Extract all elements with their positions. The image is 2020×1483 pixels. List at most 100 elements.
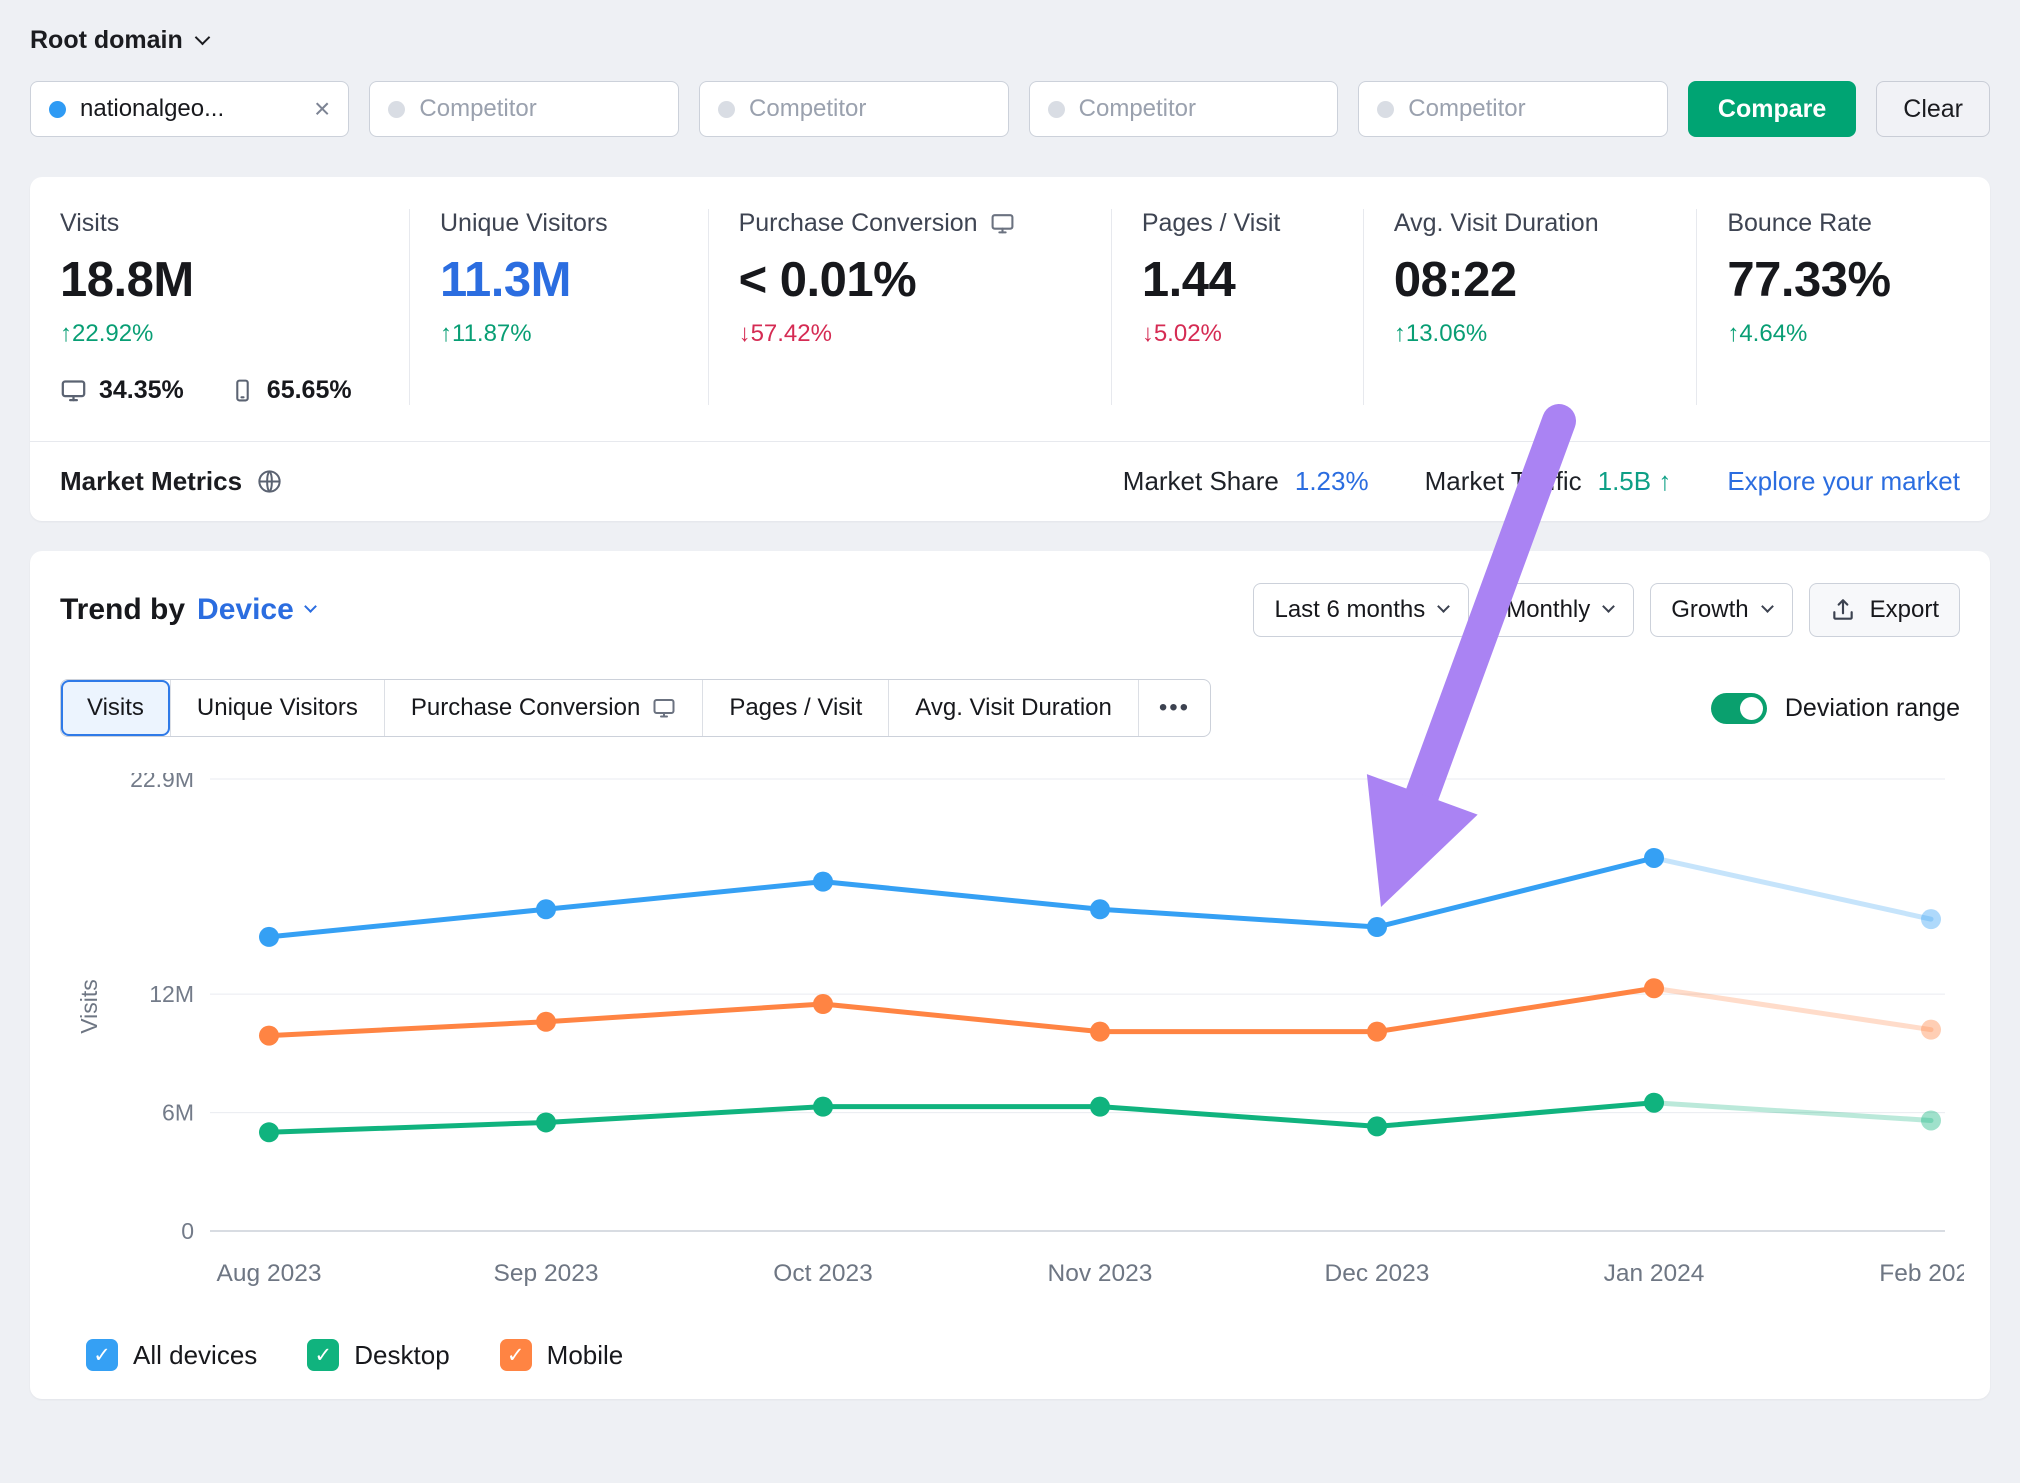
svg-text:22.9M: 22.9M [130,773,194,792]
market-share: Market Share 1.23% [1123,466,1369,497]
mobile-share: 65.65% [230,376,352,405]
metric-change: ↓57.42% [739,320,1111,348]
metric-change: ↑13.06% [1394,320,1696,348]
date-range-dropdown[interactable]: Last 6 months [1253,583,1469,637]
competitor-dot-icon [1377,101,1394,118]
competitor-placeholder: Competitor [1079,95,1196,123]
metric-label: Bounce Rate [1727,209,1960,238]
metric-label: Purchase Conversion [739,209,978,238]
metric-visits: Visits 18.8M ↑22.92% 34.35% 65.65% [60,209,409,405]
market-globe-icon [256,468,283,495]
trend-chart-area: Visits 06M12M22.9MAug 2023Sep 2023Oct 20… [60,773,1960,1323]
metric-value: 18.8M [60,252,409,308]
metric-label: Pages / Visit [1142,209,1363,238]
metrics-row: Visits 18.8M ↑22.92% 34.35% 65.65% [30,177,1990,441]
metric-unique-visitors: Unique Visitors 11.3M ↑11.87% [409,209,708,405]
market-share-value[interactable]: 1.23% [1295,466,1369,497]
metric-value: 08:22 [1394,252,1696,308]
competitor-placeholder: Competitor [1408,95,1525,123]
legend-label: All devices [133,1340,257,1371]
domain-filter-row: nationalgeo... × Competitor Competitor C… [30,81,1990,137]
metric-tabs: Visits Unique Visitors Purchase Conversi… [60,679,1211,737]
metric-value: 77.33% [1727,252,1960,308]
competitor-input-4[interactable]: Competitor [1358,81,1668,137]
metric-label: Avg. Visit Duration [1394,209,1696,238]
domain-chip[interactable]: nationalgeo... × [30,81,349,137]
metric-change: ↓5.02% [1142,320,1363,348]
clear-button[interactable]: Clear [1876,81,1990,137]
chart-legend: All devices Desktop Mobile [60,1339,1960,1371]
legend-label: Mobile [547,1340,624,1371]
metric-avg-visit-duration: Avg. Visit Duration 08:22 ↑13.06% [1363,209,1696,405]
legend-desktop[interactable]: Desktop [307,1339,449,1371]
trend-card: Trend by Device Last 6 months Monthly Gr… [30,551,1990,1399]
metric-label: Unique Visitors [440,209,708,238]
competitor-input-3[interactable]: Competitor [1029,81,1339,137]
metric-bounce-rate: Bounce Rate 77.33% ↑4.64% [1696,209,1960,405]
tab-avg-visit-duration[interactable]: Avg. Visit Duration [888,680,1138,736]
deviation-range-toggle[interactable] [1711,693,1767,724]
metric-label: Visits [60,209,409,238]
scope-selector[interactable]: Root domain [30,26,1990,55]
legend-label: Desktop [354,1340,449,1371]
explore-market-link[interactable]: Explore your market [1727,466,1960,497]
mobile-icon [230,378,255,403]
metric-purchase-conversion: Purchase Conversion < 0.01% ↓57.42% [708,209,1111,405]
checkbox-checked-icon[interactable] [307,1339,339,1371]
compare-button[interactable]: Compare [1688,81,1856,137]
tab-unique-visitors[interactable]: Unique Visitors [170,680,384,736]
chevron-down-icon [1602,600,1615,613]
export-button[interactable]: Export [1809,583,1960,637]
up-arrow-icon: ↑ [1658,466,1671,496]
desktop-share-value: 34.35% [99,376,184,405]
summary-metrics-card: Visits 18.8M ↑22.92% 34.35% 65.65% [30,177,1990,521]
legend-mobile[interactable]: Mobile [500,1339,624,1371]
checkbox-checked-icon[interactable] [86,1339,118,1371]
metric-pages-per-visit: Pages / Visit 1.44 ↓5.02% [1111,209,1363,405]
trend-dimension-dropdown[interactable]: Device [197,593,315,627]
traffic-analytics-page: Root domain nationalgeo... × Competitor … [0,0,2020,1483]
domain-chip-label: nationalgeo... [80,95,224,123]
svg-text:Sep 2023: Sep 2023 [494,1260,599,1287]
trend-title: Trend by [60,593,185,627]
metric-value: 1.44 [1142,252,1363,308]
trend-line-chart[interactable]: 06M12M22.9MAug 2023Sep 2023Oct 2023Nov 2… [60,773,1964,1323]
market-metrics-title-group: Market Metrics [60,466,283,497]
competitor-placeholder: Competitor [419,95,536,123]
svg-text:Jan 2024: Jan 2024 [1604,1260,1705,1287]
svg-text:Oct 2023: Oct 2023 [773,1260,872,1287]
tab-visits[interactable]: Visits [61,680,170,736]
mode-dropdown[interactable]: Growth [1650,583,1792,637]
desktop-share: 34.35% [60,376,184,405]
metric-value: < 0.01% [739,252,1111,308]
svg-text:Feb 2024: Feb 2024 [1879,1260,1964,1287]
svg-text:Dec 2023: Dec 2023 [1325,1260,1430,1287]
competitor-input-2[interactable]: Competitor [699,81,1009,137]
market-metrics-row: Market Metrics Market Share 1.23% Market… [30,441,1990,521]
chevron-down-icon [304,600,317,613]
remove-domain-icon[interactable]: × [314,95,330,123]
deviation-range-control: Deviation range [1711,693,1960,724]
tab-pages-per-visit[interactable]: Pages / Visit [702,680,888,736]
svg-text:6M: 6M [162,1100,194,1126]
svg-text:Aug 2023: Aug 2023 [217,1260,322,1287]
chevron-down-icon [1761,600,1774,613]
checkbox-checked-icon[interactable] [500,1339,532,1371]
market-metrics-title: Market Metrics [60,466,242,497]
granularity-dropdown[interactable]: Monthly [1485,583,1634,637]
competitor-dot-icon [718,101,735,118]
metric-value: 11.3M [440,252,708,308]
more-tabs-button[interactable]: ••• [1138,680,1210,736]
market-metrics-values: Market Share 1.23% Market Traffic 1.5B ↑… [1123,466,1960,497]
device-share-split: 34.35% 65.65% [60,376,409,405]
root-domain-label: Root domain [30,26,183,55]
market-traffic: Market Traffic 1.5B ↑ [1425,466,1672,497]
svg-text:0: 0 [181,1218,194,1244]
competitor-dot-icon [1048,101,1065,118]
legend-all-devices[interactable]: All devices [86,1339,257,1371]
competitor-input-1[interactable]: Competitor [369,81,679,137]
mobile-share-value: 65.65% [267,376,352,405]
trend-header: Trend by Device Last 6 months Monthly Gr… [60,583,1960,637]
market-traffic-label: Market Traffic [1425,466,1582,497]
tab-purchase-conversion[interactable]: Purchase Conversion [384,680,702,736]
